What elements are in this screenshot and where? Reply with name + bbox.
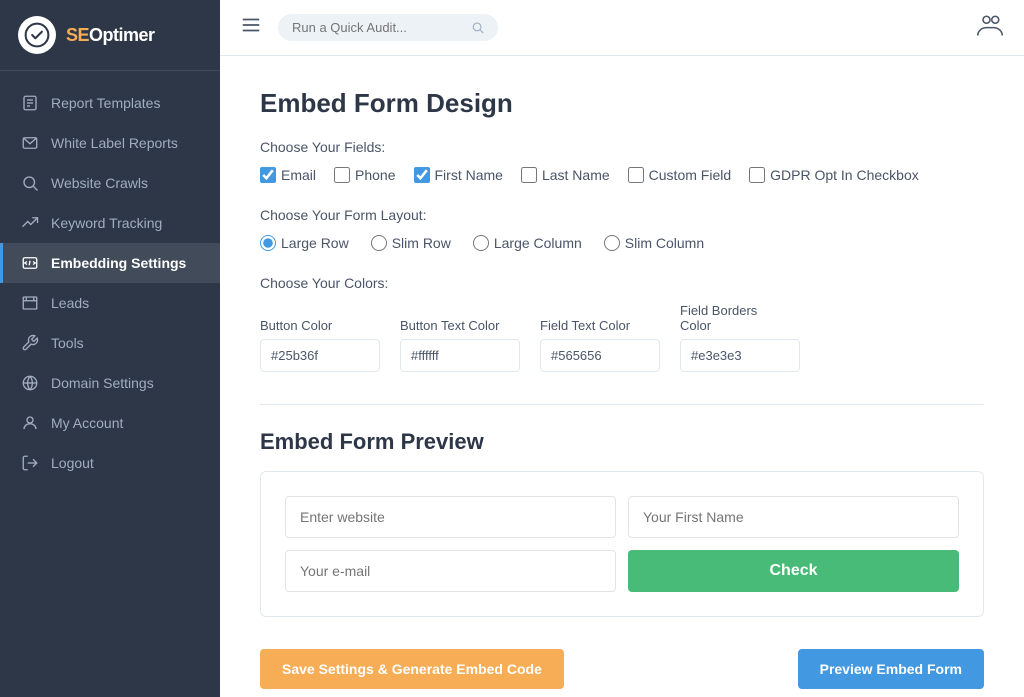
sidebar-item-label: Logout [51, 455, 94, 471]
search-input[interactable] [292, 20, 463, 35]
preview-first-name-input[interactable] [628, 496, 959, 538]
tools-icon [21, 334, 39, 352]
layout-slim-row[interactable]: Slim Row [371, 235, 451, 251]
sidebar-item-label: Report Templates [51, 95, 160, 111]
field-gdpr[interactable]: GDPR Opt In Checkbox [749, 167, 919, 183]
field-phone[interactable]: Phone [334, 167, 395, 183]
sidebar-item-logout[interactable]: Logout [0, 443, 220, 483]
field-text-color-label: Field Text Color [540, 318, 660, 333]
colors-row: Button Color Button Text Color Field Tex… [260, 303, 984, 372]
sidebar-logo: SEOptimer [0, 0, 220, 71]
search-icon [471, 20, 484, 35]
field-text-color-input[interactable] [540, 339, 660, 372]
custom-field-checkbox[interactable] [628, 167, 644, 183]
field-email[interactable]: Email [260, 167, 316, 183]
domain-icon [21, 374, 39, 392]
layout-row: Large Row Slim Row Large Column Slim Col… [260, 235, 984, 251]
field-borders-color-label: Field Borders Color [680, 303, 770, 333]
sidebar-item-label: Leads [51, 295, 89, 311]
slim-row-radio[interactable] [371, 235, 387, 251]
preview-embed-button[interactable]: Preview Embed Form [798, 649, 984, 689]
phone-checkbox[interactable] [334, 167, 350, 183]
slim-column-radio[interactable] [604, 235, 620, 251]
main-area: Embed Form Design Choose Your Fields: Em… [220, 0, 1024, 697]
layout-slim-column[interactable]: Slim Column [604, 235, 704, 251]
field-first-name[interactable]: First Name [414, 167, 503, 183]
preview-grid: Check [285, 496, 959, 592]
keyword-icon [21, 214, 39, 232]
sidebar-item-domain-settings[interactable]: Domain Settings [0, 363, 220, 403]
sidebar-item-label: My Account [51, 415, 123, 431]
preview-title: Embed Form Preview [260, 429, 984, 455]
button-color-field: Button Color [260, 318, 380, 372]
sidebar-item-label: White Label Reports [51, 135, 178, 151]
report-icon [21, 94, 39, 112]
fields-row: Email Phone First Name Last Name Custom … [260, 167, 984, 183]
large-column-radio[interactable] [473, 235, 489, 251]
sidebar-item-label: Keyword Tracking [51, 215, 162, 231]
leads-icon [21, 294, 39, 312]
button-text-color-label: Button Text Color [400, 318, 520, 333]
sidebar-item-white-label-reports[interactable]: White Label Reports [0, 123, 220, 163]
sidebar-item-leads[interactable]: Leads [0, 283, 220, 323]
content-area: Embed Form Design Choose Your Fields: Em… [220, 56, 1024, 697]
colors-label: Choose Your Colors: [260, 275, 984, 291]
user-avatar[interactable] [976, 11, 1004, 44]
email-checkbox[interactable] [260, 167, 276, 183]
sidebar-item-embedding-settings[interactable]: Embedding Settings [0, 243, 220, 283]
field-last-name[interactable]: Last Name [521, 167, 610, 183]
sidebar-item-website-crawls[interactable]: Website Crawls [0, 163, 220, 203]
field-borders-color-input[interactable] [680, 339, 800, 372]
field-text-color-field: Field Text Color [540, 318, 660, 372]
sidebar-item-label: Embedding Settings [51, 255, 186, 271]
layout-label: Choose Your Form Layout: [260, 207, 984, 223]
account-icon [21, 414, 39, 432]
bottom-bar: Save Settings & Generate Embed Code Prev… [260, 649, 984, 689]
first-name-checkbox[interactable] [414, 167, 430, 183]
sidebar-item-label: Domain Settings [51, 375, 154, 391]
button-text-color-input[interactable] [400, 339, 520, 372]
page-title: Embed Form Design [260, 88, 984, 119]
preview-box: Check [260, 471, 984, 617]
search-bar[interactable] [278, 14, 498, 41]
sidebar-item-label: Tools [51, 335, 84, 351]
gdpr-checkbox[interactable] [749, 167, 765, 183]
layout-large-column[interactable]: Large Column [473, 235, 582, 251]
layout-large-row[interactable]: Large Row [260, 235, 349, 251]
button-color-label: Button Color [260, 318, 380, 333]
button-text-color-field: Button Text Color [400, 318, 520, 372]
sidebar-nav: Report Templates White Label Reports Web… [0, 71, 220, 697]
colors-section: Choose Your Colors: Button Color Button … [260, 275, 984, 372]
sidebar-item-report-templates[interactable]: Report Templates [0, 83, 220, 123]
preview-website-input[interactable] [285, 496, 616, 538]
logo-icon [18, 16, 56, 54]
sidebar-item-keyword-tracking[interactable]: Keyword Tracking [0, 203, 220, 243]
topbar [220, 0, 1024, 56]
last-name-checkbox[interactable] [521, 167, 537, 183]
label-icon [21, 134, 39, 152]
button-color-input[interactable] [260, 339, 380, 372]
fields-label: Choose Your Fields: [260, 139, 984, 155]
logout-icon [21, 454, 39, 472]
preview-email-input[interactable] [285, 550, 616, 592]
sidebar-item-tools[interactable]: Tools [0, 323, 220, 363]
preview-check-button[interactable]: Check [628, 550, 959, 592]
crawl-icon [21, 174, 39, 192]
sidebar: SEOptimer Report Templates White Label R… [0, 0, 220, 697]
save-settings-button[interactable]: Save Settings & Generate Embed Code [260, 649, 564, 689]
embed-icon [21, 254, 39, 272]
field-custom[interactable]: Custom Field [628, 167, 731, 183]
sidebar-item-label: Website Crawls [51, 175, 148, 191]
hamburger-button[interactable] [240, 14, 262, 41]
large-row-radio[interactable] [260, 235, 276, 251]
sidebar-item-my-account[interactable]: My Account [0, 403, 220, 443]
field-borders-color-field: Field Borders Color [680, 303, 800, 372]
logo-text: SEOptimer [66, 25, 155, 46]
